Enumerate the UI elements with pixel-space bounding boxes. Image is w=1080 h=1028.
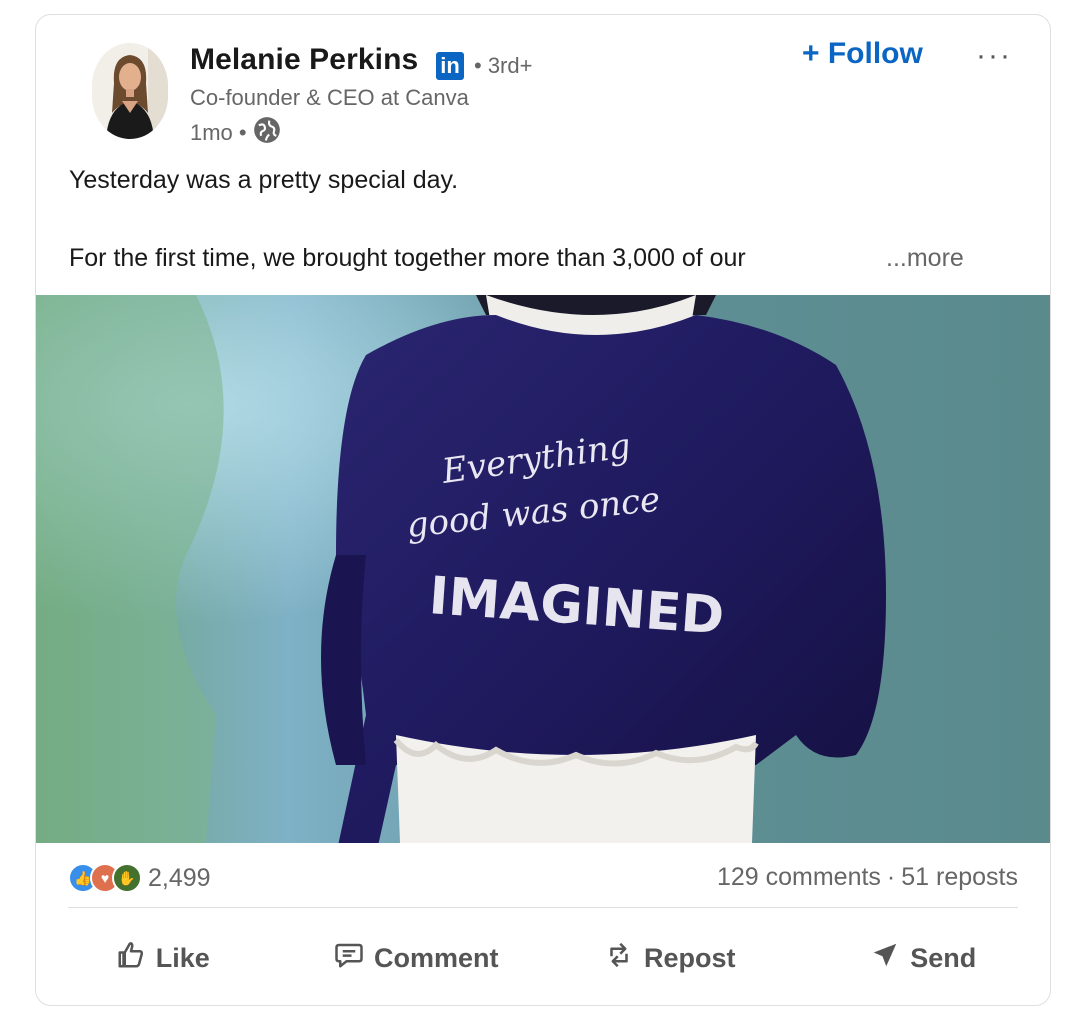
author-headline: Co-founder & CEO at Canva [190, 85, 469, 110]
post-text-line-2: For the first time, we brought together … [69, 244, 746, 272]
like-button[interactable]: Like [36, 915, 290, 1001]
comment-icon [334, 940, 364, 977]
engagement-stats: 👍 ♥ ✋ 2,499 129 comments · 51 reposts [36, 843, 1050, 909]
like-label: Like [155, 942, 210, 973]
comments-count[interactable]: 129 comments [717, 863, 881, 892]
reactions-summary[interactable]: 👍 ♥ ✋ 2,499 [68, 863, 211, 893]
repost-button[interactable]: Repost [543, 915, 797, 1001]
send-label: Send [910, 942, 977, 973]
linkedin-badge-icon: in [436, 52, 464, 80]
author-avatar[interactable] [92, 43, 168, 139]
follow-button[interactable]: + Follow [802, 37, 923, 71]
stats-separator: · [886, 863, 896, 891]
support-reaction-icon: ✋ [112, 863, 142, 893]
repost-icon [604, 940, 634, 977]
repost-label: Repost [643, 942, 736, 973]
post-time: 1mo • [190, 120, 247, 145]
send-button[interactable]: Send [797, 915, 1051, 1001]
comments-reposts: 129 comments · 51 reposts [717, 863, 1018, 892]
comment-label: Comment [373, 942, 499, 973]
globe-icon [253, 116, 281, 150]
comment-button[interactable]: Comment [290, 915, 544, 1001]
post-actions: Like Comment Repost Send [36, 915, 1050, 1001]
post-meta: 1mo • [190, 116, 281, 150]
reposts-count[interactable]: 51 reposts [901, 863, 1018, 892]
connection-degree: • 3rd+ [474, 53, 533, 78]
more-options-icon[interactable]: ··· [976, 39, 1012, 73]
post-text-line-1: Yesterday was a pretty special day. [69, 166, 459, 194]
stats-divider [68, 907, 1018, 908]
send-icon [870, 940, 900, 977]
author-name[interactable]: Melanie Perkins [190, 43, 418, 77]
post-image[interactable]: Everything good was once IMAGINED [36, 295, 1050, 843]
like-icon [116, 940, 146, 977]
see-more-link[interactable]: ...more [886, 244, 964, 273]
reaction-count: 2,499 [148, 863, 211, 892]
post-card: Melanie Perkins in • 3rd+ Co-founder & C… [35, 14, 1051, 1006]
